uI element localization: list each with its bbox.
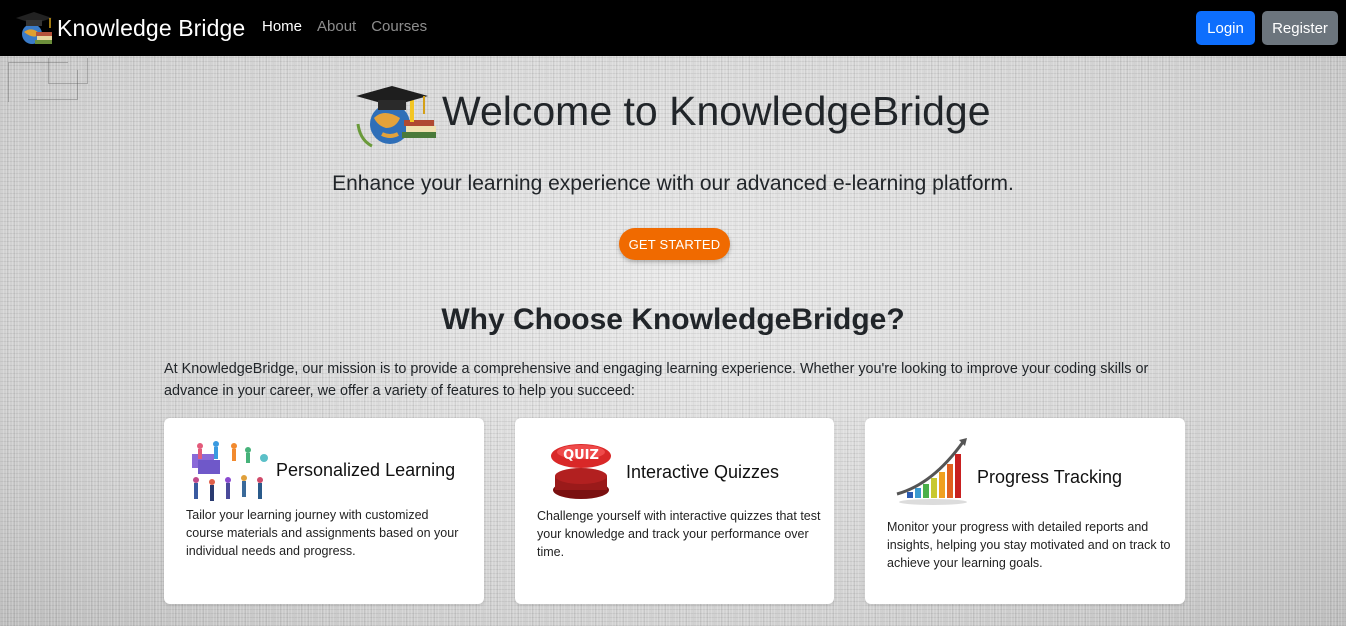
brand-name: Knowledge Bridge: [57, 14, 246, 41]
nav-about[interactable]: About: [317, 18, 356, 35]
get-started-button[interactable]: GET STARTED: [619, 228, 730, 260]
feature-title: Personalized Learning: [276, 460, 456, 480]
growth-chart-icon: [893, 436, 973, 513]
top-navbar: Knowledge Bridge Home About Courses Logi…: [0, 0, 1346, 56]
feature-card-personalized: Personalized Learning Tailor your learni…: [164, 418, 484, 604]
brand[interactable]: Knowledge Bridge: [12, 10, 245, 46]
hero-subtitle: Enhance your learning experience with ou…: [332, 172, 1014, 195]
nav-home[interactable]: Home: [262, 18, 302, 35]
feature-title: Progress Tracking: [977, 467, 1123, 487]
register-button[interactable]: Register: [1262, 11, 1338, 45]
nav-courses[interactable]: Courses: [371, 18, 427, 35]
feature-card-quizzes: QUIZ Interactive Quizzes Challenge yours…: [515, 418, 834, 604]
login-button[interactable]: Login: [1196, 11, 1255, 45]
feature-description: Challenge yourself with interactive quiz…: [537, 509, 821, 559]
feature-description: Monitor your progress with detailed repo…: [887, 520, 1171, 570]
people-learning-icon: [186, 440, 274, 509]
svg-text:QUIZ: QUIZ: [563, 448, 599, 463]
hero-title: Welcome to KnowledgeBridge: [442, 88, 991, 134]
graduation-cap-logo-icon: [12, 10, 56, 46]
why-description: At KnowledgeBridge, our mission is to pr…: [164, 361, 1149, 399]
why-title: Why Choose KnowledgeBridge?: [441, 303, 905, 336]
nav-links: Home About Courses: [262, 18, 442, 35]
quiz-button-icon: QUIZ: [549, 442, 613, 507]
hero-graduation-globe-icon: [352, 84, 440, 148]
feature-card-progress: Progress Tracking Monitor your progress …: [865, 418, 1185, 604]
feature-title: Interactive Quizzes: [626, 462, 780, 482]
feature-description: Tailor your learning journey with custom…: [186, 508, 459, 558]
